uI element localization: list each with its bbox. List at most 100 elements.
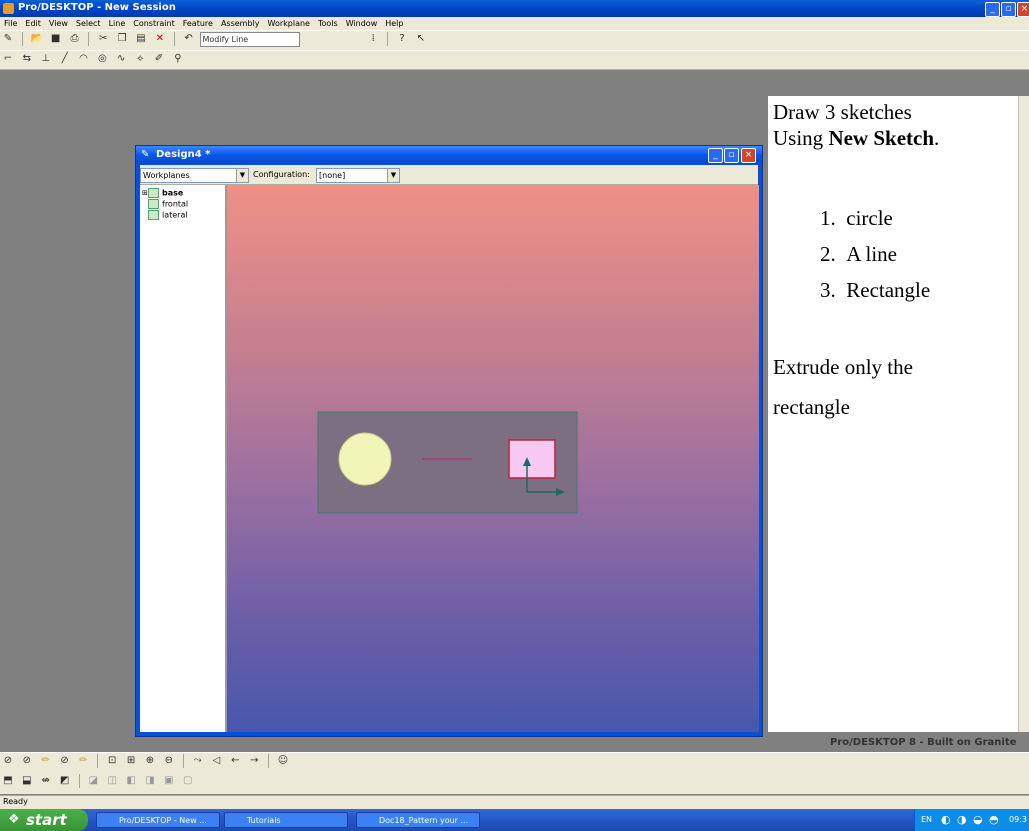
corner-icon[interactable]: ⊥ [40,53,52,65]
menu-edit[interactable]: Edit [21,17,45,30]
expand-icon[interactable]: ⊞ [142,188,148,198]
view-toolbar: ⊘ ⊘ ✏ ⊘ ✏ ⊡ ⊞ ⊕ ⊖ ⤳ ◁ ← → ☺ [0,752,1029,774]
browser-select[interactable]: Workplanes ▼ [140,168,249,183]
save-icon[interactable]: ■ [50,33,62,45]
menu-file[interactable]: File [0,17,21,30]
task-prodesktop[interactable]: Pro/DESKTOP - New ... [96,812,220,828]
arc-tool-icon[interactable]: ◠ [78,53,90,65]
help-icon[interactable]: ? [396,33,408,45]
print-icon[interactable]: ⎙ [69,33,81,45]
minimize-icon[interactable]: _ [985,2,1000,17]
blend-icon[interactable]: ◩ [59,775,71,787]
menu-line[interactable]: Line [105,17,130,30]
app-title: Pro/DESKTOP - New Session [18,2,176,13]
menu-assembly[interactable]: Assembly [217,17,264,30]
close-icon[interactable]: × [1017,2,1029,17]
sweep-icon[interactable]: ⇎ [40,775,52,787]
line-tool-icon[interactable]: ╱ [59,53,71,65]
forward-icon[interactable]: → [248,755,260,767]
zoom-in-icon[interactable]: ⊕ [144,755,156,767]
select-edge-icon[interactable]: ⌐ [2,53,14,65]
mirror-icon[interactable]: ▢ [182,775,194,787]
spline-tool-icon[interactable]: ∿ [115,53,127,65]
view-icon[interactable]: ⊘ [21,755,33,767]
look-icon[interactable]: ◁ [211,755,223,767]
menu-help[interactable]: Help [381,17,407,30]
revolve-icon[interactable]: ⬓ [21,775,33,787]
task-doc18[interactable]: Doc18_Pattern your ... [356,812,480,828]
open-icon[interactable]: 📂 [31,33,43,45]
info-icon[interactable]: ⁞ [367,33,379,45]
design-maximize-icon[interactable]: ▫ [724,148,739,163]
design-window-title: Design4 * [156,149,211,160]
pattern-icon[interactable]: ▣ [163,775,175,787]
start-button[interactable]: ❖ start [0,809,88,831]
trim-icon[interactable]: ⇆ [21,53,33,65]
design-window-toolbar: Workplanes ▼ Configuration: [none] ▼ [140,165,758,185]
chevron-down-icon[interactable]: ▼ [236,169,248,182]
shell-icon[interactable]: ◧ [125,775,137,787]
paste-icon[interactable]: ▤ [135,33,147,45]
chevron-down-icon[interactable]: ▼ [387,169,399,182]
smiley-icon[interactable]: ☺ [277,755,289,767]
design-minimize-icon[interactable]: _ [708,148,723,163]
modify-line-combo[interactable]: Modify Line [199,31,300,47]
circle-tool-icon[interactable]: ◎ [96,53,108,65]
tree-item-lateral[interactable]: lateral [148,210,188,221]
zoom-fit-icon[interactable]: ⊞ [125,755,137,767]
design-close-icon[interactable]: × [741,148,756,163]
pencil-icon[interactable]: ✏ [78,755,90,767]
chamfer-icon[interactable]: ◫ [106,775,118,787]
tree-item-base[interactable]: base [148,188,183,199]
tray-icon[interactable]: ◑ [957,813,967,826]
extrude-icon[interactable]: ⬒ [2,775,14,787]
tree-item-frontal[interactable]: frontal [148,199,188,210]
menu-tools[interactable]: Tools [314,17,342,30]
offset-tool-icon[interactable]: ⟡ [134,53,146,65]
pencil-icon[interactable]: ✏ [40,755,52,767]
instruction-line-1: Draw 3 sketches [773,100,912,124]
clock[interactable]: 09:3 [1009,815,1027,824]
view-icon[interactable]: ⊘ [2,755,14,767]
standard-toolbar: ✎ 📂 ■ ⎙ ✂ ❐ ▤ ✕ ↶ Modify Line ⁞ ? ↖ [0,30,1029,51]
menu-select[interactable]: Select [72,17,105,30]
design-window[interactable]: ✎ Design4 * _ ▫ × Workplanes ▼ Configura… [135,145,763,737]
tray-icon[interactable]: ◐ [941,813,951,826]
menu-workplane[interactable]: Workplane [264,17,314,30]
new-design-icon[interactable]: ✎ [2,33,14,45]
delete-icon[interactable]: ✕ [154,33,166,45]
zoom-window-icon[interactable]: ⊡ [106,755,118,767]
tray-icon[interactable]: ◓ [989,813,999,826]
language-indicator[interactable]: EN [921,815,932,824]
fillet-icon[interactable]: ◪ [87,775,99,787]
zoom-tool-icon[interactable]: ⚲ [172,53,184,65]
sketch-canvas[interactable] [227,185,759,732]
sketch-rectangle[interactable] [508,439,556,479]
whats-this-icon[interactable]: ↖ [415,33,427,45]
menu-window[interactable]: Window [342,17,382,30]
back-icon[interactable]: ← [229,755,241,767]
maximize-icon[interactable]: ▫ [1001,2,1016,17]
design-window-title-bar[interactable]: ✎ Design4 * _ ▫ × [136,146,762,164]
3d-viewport[interactable] [227,185,759,732]
sketch-toolbar: ⌐ ⇆ ⊥ ╱ ◠ ◎ ∿ ⟡ ✐ ⚲ [0,50,1029,70]
list-item-1: 1. circle [820,206,893,230]
rotate-icon[interactable]: ⤳ [192,755,204,767]
constraint-tool-icon[interactable]: ✐ [153,53,165,65]
draft-icon[interactable]: ◨ [144,775,156,787]
sketch-circle[interactable] [338,432,392,486]
tray-icon[interactable]: ◒ [973,813,983,826]
new-sketch-text: New Sketch [828,126,935,150]
copy-icon[interactable]: ❐ [116,33,128,45]
cut-icon[interactable]: ✂ [97,33,109,45]
menu-feature[interactable]: Feature [179,17,217,30]
menu-constraint[interactable]: Constraint [129,17,178,30]
menu-view[interactable]: View [45,17,72,30]
right-toolbar-strip [1018,96,1029,732]
task-tutorials[interactable]: Tutorials [224,812,348,828]
configuration-select[interactable]: [none] ▼ [316,168,400,183]
workplane-icon [148,210,159,220]
zoom-out-icon[interactable]: ⊖ [163,755,175,767]
view-icon[interactable]: ⊘ [59,755,71,767]
undo-icon[interactable]: ↶ [183,33,195,45]
